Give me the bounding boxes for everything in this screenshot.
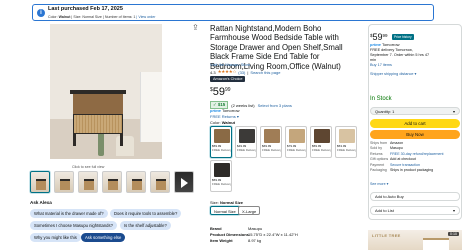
color-variant[interactable]: $59.99 FREE Delivery bbox=[310, 126, 332, 158]
spec-row: Item Weight 8.97 kg bbox=[210, 238, 262, 243]
buybox-prime: prime Tomorrow bbox=[370, 42, 400, 47]
detail-value: Ships in product packaging bbox=[390, 168, 434, 173]
review-count[interactable]: (33) bbox=[238, 70, 245, 75]
see-more-link[interactable]: See more ▾ bbox=[370, 182, 388, 186]
thumbnail[interactable] bbox=[30, 171, 50, 193]
full-view-hint: Click to see full view bbox=[72, 165, 105, 169]
sponsored-video-ad[interactable]: LITTLE TREE 0:10 bbox=[368, 230, 462, 250]
rating-row: 4.3 ★★★★☆ (33) | Search this page bbox=[210, 69, 281, 75]
video-thumbnail[interactable] bbox=[174, 171, 194, 193]
play-icon bbox=[181, 178, 188, 188]
thumbnail[interactable] bbox=[54, 171, 74, 193]
chevron-down-icon: ▾ bbox=[452, 109, 455, 114]
variant-delivery-note: FREE Delivery bbox=[312, 148, 332, 152]
variant-swatch bbox=[264, 129, 280, 143]
color-variant-list: $59.99 FREE Delivery $49.99 FREE Delivery $6… bbox=[210, 126, 360, 192]
quantity-select[interactable]: Quantity: 1 ▾ bbox=[370, 107, 460, 115]
size-option-normal[interactable]: Normal Size bbox=[210, 206, 240, 215]
variant-delivery-note: FREE Delivery bbox=[212, 182, 232, 186]
thumbnail[interactable] bbox=[102, 171, 122, 193]
rating-value: 4.3 bbox=[210, 69, 216, 75]
alexa-chip[interactable]: Why you might like this bbox=[30, 233, 81, 242]
thumbnail[interactable] bbox=[126, 171, 146, 193]
prime-delivery: prime Tomorrow bbox=[210, 108, 240, 113]
view-order-link[interactable]: | View order bbox=[135, 15, 155, 19]
prime-logo: prime bbox=[210, 108, 221, 113]
main-product-image[interactable] bbox=[50, 24, 162, 159]
buybox-details: Ships from Amazon Sold by Masupu Returns FREE… bbox=[370, 141, 444, 173]
thumbnail[interactable] bbox=[78, 171, 98, 193]
search-page-link[interactable]: Search this page bbox=[250, 70, 280, 75]
delivery-line: Buy 17 items bbox=[370, 63, 392, 67]
delivery-line: min bbox=[370, 58, 377, 62]
video-timestamp: 0:10 bbox=[448, 232, 459, 236]
alexa-chip[interactable]: Is the shelf adjustable? bbox=[120, 221, 171, 230]
prime-logo: prime bbox=[370, 42, 381, 47]
size-label: Size: Normal Size bbox=[210, 200, 243, 205]
delivery-line: September 7. Order within 5 hrs 47 bbox=[370, 53, 430, 57]
add-to-list-button[interactable]: Add to List ▾ bbox=[370, 206, 460, 215]
color-variant[interactable]: $49.99 FREE Delivery bbox=[235, 126, 257, 158]
variant-delivery-note: FREE Delivery bbox=[262, 148, 282, 152]
nightstand-graphic bbox=[70, 90, 134, 156]
variant-swatch bbox=[214, 129, 230, 143]
last-purchased-banner: i Last purchased Feb 17, 2025 Color: Wal… bbox=[32, 4, 434, 21]
delivery-line: FREE delivery Tomorrow, bbox=[370, 48, 413, 52]
detail-row: Packaging Ships in product packaging bbox=[370, 168, 444, 173]
spec-table: Brand Masupu Product Dimensions 15.75"D x … bbox=[210, 226, 298, 244]
thumbnail[interactable] bbox=[150, 171, 170, 193]
select-plans-link[interactable]: Select from 3 plans bbox=[258, 103, 292, 108]
store-link[interactable]: Visit the Masupu Store bbox=[210, 62, 250, 67]
color-variant[interactable]: $59.99 FREE Delivery bbox=[210, 160, 232, 192]
info-icon: i bbox=[37, 9, 45, 17]
color-variant[interactable]: $53.99 FREE Delivery bbox=[335, 126, 357, 158]
star-rating-icon[interactable]: ★★★★☆ bbox=[218, 69, 237, 75]
free-returns-link[interactable]: FREE Returns ▾ bbox=[210, 114, 239, 119]
last-purchased-title: Last purchased Feb 17, 2025 bbox=[48, 6, 123, 12]
in-stock-status: In Stock bbox=[370, 96, 392, 102]
alexa-chip[interactable]: What material is the drawer made of? bbox=[30, 209, 108, 218]
color-variant[interactable]: $69.99 FREE Delivery bbox=[260, 126, 282, 158]
buy-now-button[interactable]: Buy Now bbox=[370, 130, 460, 139]
variant-swatch bbox=[339, 129, 355, 143]
add-to-auto-buy-button[interactable]: Add to Auto Buy bbox=[370, 192, 460, 201]
variant-delivery-note: FREE Delivery bbox=[212, 148, 232, 152]
variant-swatch bbox=[239, 129, 255, 143]
alexa-chip[interactable]: Does it require tools to assemble? bbox=[110, 209, 182, 218]
ask-something-else-button[interactable]: Ask something else bbox=[81, 233, 126, 242]
buybox-price: $5999 bbox=[370, 32, 388, 42]
product-price: $5999 bbox=[210, 86, 231, 98]
color-variant[interactable]: $79.99 FREE Delivery bbox=[285, 126, 307, 158]
ask-alexa-title: Ask Alexa bbox=[30, 200, 52, 205]
thumbnail-strip bbox=[30, 171, 194, 193]
detail-key: Packaging bbox=[370, 168, 387, 173]
variant-delivery-note: FREE Delivery bbox=[237, 148, 257, 152]
color-variant[interactable]: $59.99 FREE Delivery bbox=[210, 126, 232, 158]
variant-swatch bbox=[314, 129, 330, 143]
add-to-cart-button[interactable]: Add to cart bbox=[370, 119, 460, 128]
variant-swatch bbox=[214, 163, 230, 177]
amazons-choice-badge: Amazon's Choice bbox=[210, 76, 246, 82]
chevron-down-icon: ▾ bbox=[452, 208, 455, 213]
share-icon[interactable]: ⇪ bbox=[192, 23, 199, 32]
variant-swatch bbox=[289, 129, 305, 143]
ad-brand: LITTLE TREE bbox=[372, 233, 401, 238]
variant-delivery-note: FREE Delivery bbox=[287, 148, 307, 152]
alexa-chip[interactable]: Sometimes I choose Masupu nightstands? bbox=[30, 221, 117, 230]
size-option-x-large[interactable]: X-Large bbox=[238, 206, 261, 215]
variant-delivery-note: FREE Delivery bbox=[337, 148, 357, 152]
last-purchased-detail: Color: Walnut | Size: Normal Size | Numb… bbox=[48, 14, 156, 19]
price-history-badge[interactable]: Price history bbox=[392, 34, 414, 40]
color-label: Color: Walnut bbox=[210, 120, 235, 125]
deliver-to-location[interactable]: Shipper shipping distance ▾ bbox=[370, 71, 416, 76]
